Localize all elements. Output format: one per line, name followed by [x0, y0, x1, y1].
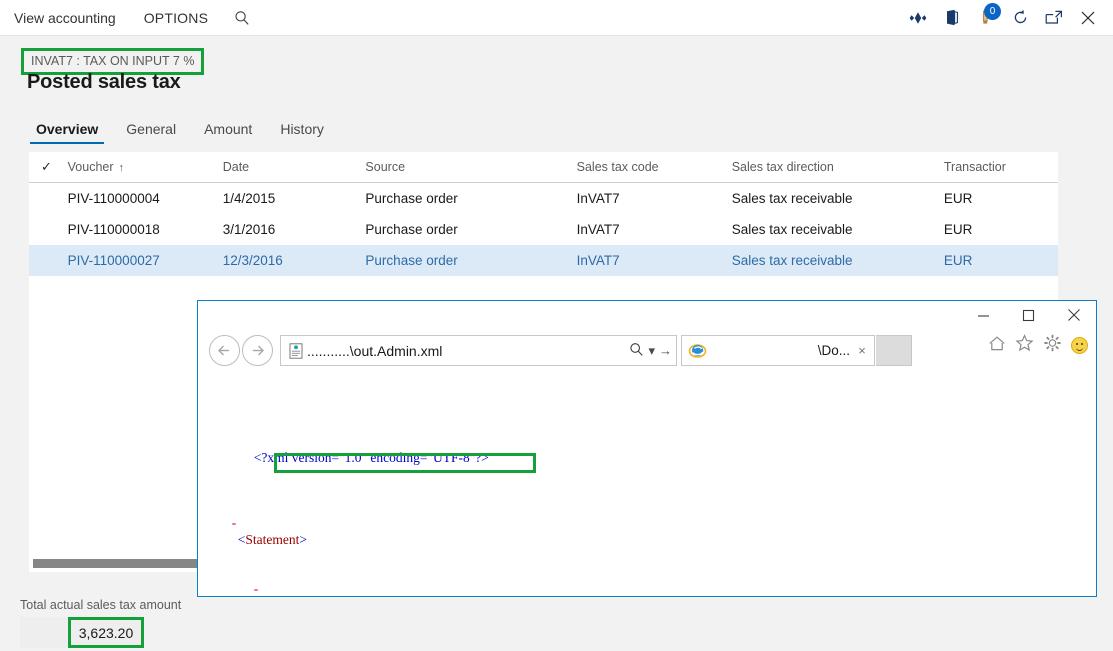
- internet-explorer-icon: [682, 342, 708, 360]
- browser-titlebar[interactable]: [198, 301, 1096, 329]
- cell-currency: EUR: [943, 253, 973, 268]
- internet-explorer-window: ...........\out.Admin.xml ▾ → \Do... × <…: [197, 300, 1097, 597]
- app-root: View accounting OPTIONS 0 INVAT7: TAX O…: [0, 0, 1113, 651]
- total-actual-sales-tax-amount-value: 3,623.20: [78, 624, 134, 641]
- tab-history[interactable]: History: [266, 121, 338, 144]
- office-app-icon[interactable]: [935, 0, 969, 36]
- cell-sales-tax-direction: Sales tax receivable: [731, 191, 853, 206]
- cell-sales-tax-direction: Sales tax receivable: [731, 222, 853, 237]
- column-header-transaction-currency[interactable]: Transactior: [944, 160, 1058, 174]
- xml-source: <?xml version="1.0" encoding="UTF-8"?> -…: [198, 384, 1096, 596]
- close-window-icon[interactable]: [1051, 301, 1096, 329]
- cell-voucher: PIV-110000018: [67, 222, 160, 237]
- page-title: Posted sales tax: [27, 71, 181, 93]
- table-row[interactable]: PIV-110000004 1/4/2015 Purchase order In…: [29, 183, 1058, 214]
- options-button[interactable]: OPTIONS: [130, 0, 222, 36]
- record-caption: INVAT7 : TAX ON INPUT 7 %: [24, 51, 202, 72]
- select-all-checkmark-icon[interactable]: ✓: [29, 159, 68, 175]
- refresh-icon[interactable]: [1003, 0, 1037, 36]
- xml-line-statement-open: - <Statement>: [198, 499, 1096, 546]
- xml-declaration-text: <?xml version="1.0" encoding="UTF-8"?>: [253, 449, 489, 465]
- popout-window-icon[interactable]: [1037, 0, 1071, 36]
- cell-currency: EUR: [943, 222, 973, 237]
- cell-sales-tax-code: InVAT7: [576, 222, 620, 237]
- cell-date: 1/4/2015: [222, 191, 276, 206]
- tab-close-icon[interactable]: ×: [850, 343, 874, 358]
- chevron-down-icon[interactable]: ▾: [648, 343, 655, 359]
- page-header: INVAT7 : TAX ON INPUT 7 % Posted sales t…: [0, 37, 1113, 112]
- cell-sales-tax-code: InVAT7: [576, 191, 620, 206]
- xml-statement-open-tag: <Statement>: [237, 531, 307, 547]
- close-icon[interactable]: [1071, 0, 1105, 36]
- cell-sales-tax-direction: Sales tax receivable: [731, 253, 853, 268]
- column-header-voucher[interactable]: Voucher ↑: [68, 160, 223, 174]
- cell-sales-tax-code: InVAT7: [576, 253, 620, 268]
- total-amount-highlight: 3,623.20: [68, 617, 144, 648]
- notifications-bell-icon[interactable]: 0: [969, 0, 1003, 36]
- cell-source: Purchase order: [365, 222, 458, 237]
- cell-date: 12/3/2016: [222, 253, 283, 268]
- address-bar-tools: ▾ →: [629, 336, 672, 365]
- tools-gear-icon[interactable]: [1043, 334, 1062, 357]
- cell-currency: EUR: [943, 191, 973, 206]
- cell-voucher: PIV-110000004: [67, 191, 160, 206]
- window-controls: [961, 301, 1096, 329]
- total-actual-sales-tax-amount-label: Total actual sales tax amount: [20, 598, 182, 612]
- cell-source: Purchase order: [365, 253, 458, 268]
- go-arrow-icon[interactable]: →: [659, 343, 672, 358]
- browser-tab-title: \Do...: [817, 343, 850, 358]
- tab-amount[interactable]: Amount: [190, 121, 266, 144]
- browser-navigation-row: ...........\out.Admin.xml ▾ → \Do... ×: [198, 329, 1096, 373]
- tab-general[interactable]: General: [112, 121, 190, 144]
- xml-document-view: <?xml version="1.0" encoding="UTF-8"?> -…: [198, 374, 1096, 596]
- tab-overview[interactable]: Overview: [22, 121, 112, 144]
- table-row[interactable]: PIV-110000018 3/1/2016 Purchase order In…: [29, 214, 1058, 245]
- column-header-source[interactable]: Source: [365, 160, 576, 174]
- xml-line-declaration: <?xml version="1.0" encoding="UTF-8"?>: [198, 433, 1096, 465]
- table-row-selected[interactable]: PIV-110000027 12/3/2016 Purchase order I…: [29, 245, 1058, 276]
- column-header-date[interactable]: Date: [223, 160, 366, 174]
- column-header-voucher-label: Voucher: [67, 160, 114, 174]
- maximize-icon[interactable]: [1006, 301, 1051, 329]
- command-bar-right: 0: [901, 0, 1113, 36]
- search-icon[interactable]: [222, 0, 262, 36]
- favorites-star-icon[interactable]: [1015, 334, 1034, 357]
- notification-count-badge: 0: [984, 2, 1001, 20]
- address-bar-text: ...........\out.Admin.xml: [307, 342, 443, 359]
- browser-tab[interactable]: \Do... ×: [681, 335, 875, 366]
- sort-ascending-icon: ↑: [118, 162, 125, 174]
- home-icon[interactable]: [988, 335, 1006, 357]
- back-button-icon[interactable]: [209, 335, 240, 366]
- grid-header-row: ✓ Voucher ↑ Date Source Sales tax code Sa…: [29, 152, 1058, 183]
- command-bar-left: View accounting OPTIONS: [0, 0, 262, 36]
- collapse-toggle-icon[interactable]: -: [232, 515, 237, 530]
- new-tab-button[interactable]: [876, 335, 912, 366]
- forward-button-icon[interactable]: [242, 335, 273, 366]
- cell-date: 3/1/2016: [222, 222, 276, 237]
- search-magnifier-icon[interactable]: [629, 342, 644, 360]
- xml-line-taxation-open: - <Taxation>: [198, 564, 1096, 596]
- view-accounting-button[interactable]: View accounting: [0, 0, 130, 36]
- smiley-feedback-icon[interactable]: [1071, 337, 1088, 354]
- diamond-settings-icon[interactable]: [901, 0, 935, 36]
- tab-strip: Overview General Amount History: [22, 112, 338, 144]
- command-bar: View accounting OPTIONS 0: [0, 0, 1113, 36]
- minimize-icon[interactable]: [961, 301, 1006, 329]
- address-bar[interactable]: ...........\out.Admin.xml ▾ →: [280, 335, 677, 366]
- cell-voucher: PIV-110000027: [67, 253, 160, 268]
- browser-command-icons: [988, 334, 1088, 357]
- collapse-toggle-icon[interactable]: -: [254, 581, 259, 596]
- column-header-sales-tax-direction[interactable]: Sales tax direction: [732, 160, 944, 174]
- column-header-sales-tax-code[interactable]: Sales tax code: [577, 160, 732, 174]
- cell-source: Purchase order: [365, 191, 458, 206]
- xml-document-icon: [281, 342, 307, 359]
